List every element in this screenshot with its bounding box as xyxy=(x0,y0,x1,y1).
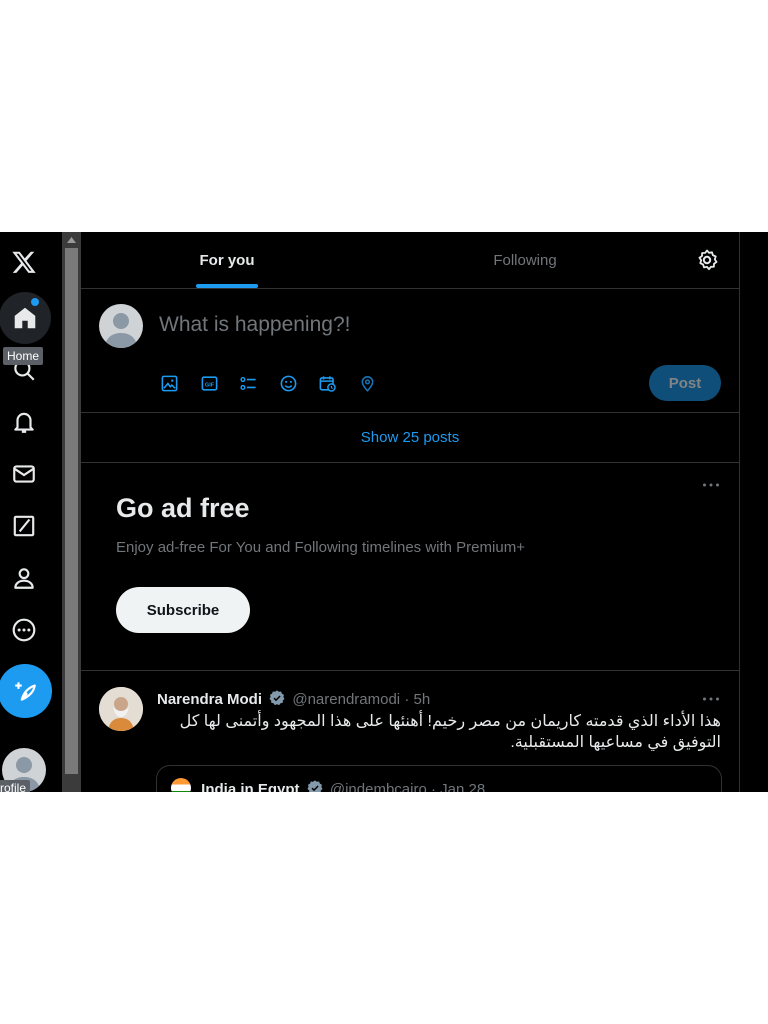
notification-dot xyxy=(31,298,39,306)
image-icon[interactable] xyxy=(158,372,180,394)
show-new-posts-link[interactable]: Show 25 posts xyxy=(81,413,739,463)
feather-plus-icon xyxy=(15,682,36,701)
left-nav: Home Profile xyxy=(0,232,62,792)
tweet-header: Narendra Modi @narendramodi · 5h xyxy=(157,689,430,708)
nav-profile-button[interactable] xyxy=(0,554,48,602)
quoted-tweet[interactable]: India in Egypt @indembcairo · Jan 28 xyxy=(156,765,722,792)
gif-icon[interactable]: GIF xyxy=(198,372,220,394)
right-panel-edge xyxy=(740,232,768,792)
tweet-author-handle[interactable]: @narendramodi xyxy=(292,691,400,708)
tweet-author-name[interactable]: Narendra Modi xyxy=(157,691,262,708)
separator-dot: · xyxy=(404,691,410,708)
mail-icon xyxy=(13,465,35,483)
composer-avatar[interactable] xyxy=(99,304,143,348)
home-tooltip: Home xyxy=(3,347,44,365)
scrollbar-thumb[interactable] xyxy=(65,248,78,774)
tweet-timestamp[interactable]: 5h xyxy=(414,691,431,708)
post-text-input[interactable] xyxy=(157,309,581,341)
nav-home-button[interactable] xyxy=(0,292,51,344)
compose-post-button[interactable] xyxy=(0,664,52,718)
quoted-author-handle: @indembcairo xyxy=(329,781,427,792)
nav-messages-button[interactable] xyxy=(0,450,48,498)
person-icon xyxy=(14,568,34,589)
location-icon[interactable] xyxy=(356,372,378,394)
ad-title: Go ad free xyxy=(116,493,250,523)
settings-gear-icon[interactable] xyxy=(695,248,719,272)
quoted-author-avatar xyxy=(171,778,191,792)
bell-icon xyxy=(14,412,34,433)
post-composer: GIF Post xyxy=(81,289,739,413)
quoted-author-name: India in Egypt xyxy=(201,781,300,792)
more-options-icon[interactable] xyxy=(699,687,723,711)
nav-grok-button[interactable] xyxy=(0,502,48,550)
x-logo-icon[interactable] xyxy=(0,238,48,286)
svg-text:GIF: GIF xyxy=(204,382,214,388)
post-button[interactable]: Post xyxy=(649,365,721,401)
home-icon xyxy=(14,307,36,329)
grok-icon xyxy=(13,515,35,537)
app-window: Home Profile For xyxy=(0,232,768,792)
separator-dot: · xyxy=(430,781,436,792)
tab-for-you[interactable]: For you xyxy=(163,232,291,288)
schedule-icon[interactable] xyxy=(316,372,338,394)
nav-more-button[interactable] xyxy=(0,606,48,654)
scrollbar[interactable] xyxy=(62,232,81,792)
quoted-tweet-header: India in Egypt @indembcairo · Jan 28 xyxy=(171,778,485,792)
tweet-author-avatar[interactable] xyxy=(99,687,143,731)
scroll-up-arrow-icon[interactable] xyxy=(62,232,81,248)
tweet-text: هذا الأداء الذي قدمته كاريمان من مصر رخي… xyxy=(179,713,721,751)
premium-ad-card: Go ad free Enjoy ad-free For You and Fol… xyxy=(81,463,739,671)
tab-following[interactable]: Following xyxy=(461,232,589,288)
verified-badge-icon xyxy=(307,780,323,792)
profile-tooltip: Profile xyxy=(0,780,31,792)
more-circle-icon xyxy=(12,618,36,642)
timeline-tabs: For you Following xyxy=(81,232,739,289)
emoji-icon[interactable] xyxy=(277,372,299,394)
nav-notifications-button[interactable] xyxy=(0,398,48,446)
active-tab-indicator xyxy=(196,284,258,288)
quoted-tweet-timestamp: Jan 28 xyxy=(440,781,486,792)
poll-icon[interactable] xyxy=(237,372,259,394)
more-options-icon[interactable] xyxy=(699,473,723,497)
ad-subtitle: Enjoy ad-free For You and Following time… xyxy=(116,539,525,556)
subscribe-button[interactable]: Subscribe xyxy=(116,587,250,633)
tweet[interactable]: Narendra Modi @narendramodi · 5h هذا الأ… xyxy=(81,671,739,792)
verified-badge-icon xyxy=(269,690,285,706)
home-timeline: For you Following GIF xyxy=(81,232,740,792)
